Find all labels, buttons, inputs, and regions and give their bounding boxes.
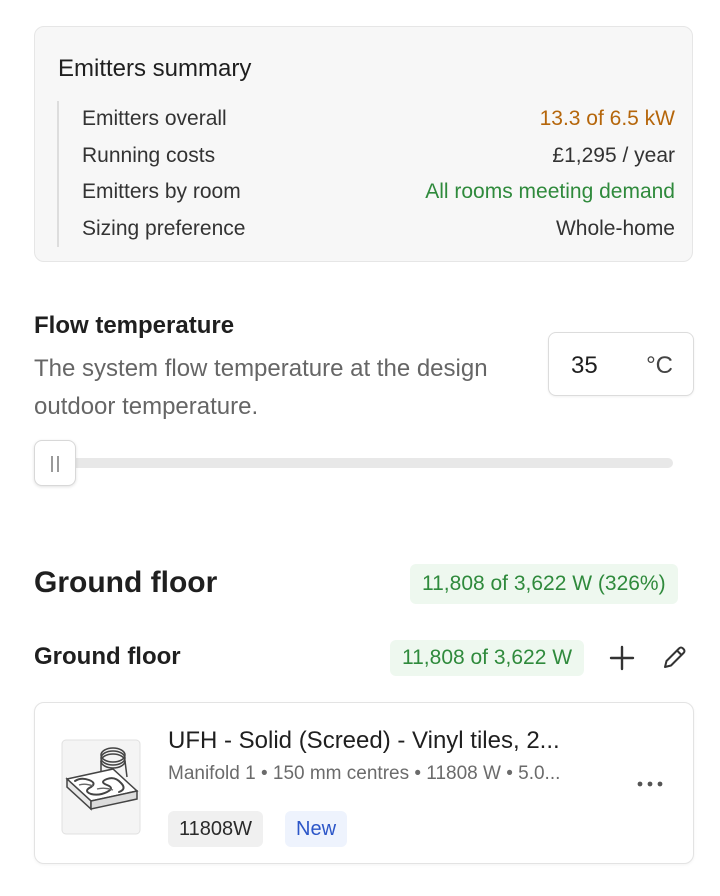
floor-capacity-badge: 11,808 of 3,622 W (326%) (410, 564, 678, 604)
emitter-card[interactable]: UFH - Solid (Screed) - Vinyl tiles, 2...… (34, 702, 694, 864)
flow-temperature-unit: °C (646, 352, 673, 379)
emitter-details: Manifold 1 • 150 mm centres • 11808 W • … (168, 763, 561, 784)
summary-label: Emitters overall (82, 107, 227, 131)
grip-line-icon (57, 456, 59, 472)
plus-icon (609, 645, 635, 671)
more-dots-icon (637, 781, 663, 787)
summary-row-emitters-by-room: Emitters by room All rooms meeting deman… (59, 174, 675, 211)
flow-temperature-title: Flow temperature (34, 312, 235, 339)
emitter-more-button[interactable] (633, 771, 667, 797)
summary-value: Whole-home (555, 217, 675, 241)
room-capacity-badge: 11,808 of 3,622 W (390, 640, 585, 676)
summary-value: £1,295 / year (552, 143, 675, 167)
summary-list: Emitters overall 13.3 of 6.5 kW Running … (57, 101, 675, 248)
emitter-title: UFH - Solid (Screed) - Vinyl tiles, 2... (168, 727, 560, 754)
summary-row-emitters-overall: Emitters overall 13.3 of 6.5 kW (59, 101, 675, 138)
flow-temperature-slider-track[interactable] (56, 458, 673, 468)
summary-label: Sizing preference (82, 217, 246, 241)
grip-line-icon (51, 456, 53, 472)
summary-label: Running costs (82, 143, 216, 167)
add-emitter-button[interactable] (606, 642, 638, 674)
edit-room-button[interactable] (658, 642, 690, 674)
flow-temperature-input[interactable]: 35 °C (548, 332, 694, 396)
summary-title: Emitters summary (58, 55, 252, 82)
underfloor-heating-icon (61, 739, 141, 835)
flow-temperature-slider-handle[interactable] (34, 440, 76, 486)
summary-value: 13.3 of 6.5 kW (539, 107, 675, 131)
emitter-status-tag: New (285, 811, 348, 847)
summary-row-running-costs: Running costs £1,295 / year (59, 138, 675, 175)
floor-title: Ground floor (34, 566, 218, 599)
summary-row-sizing-preference: Sizing preference Whole-home (59, 211, 675, 248)
flow-temperature-description: The system flow temperature at the desig… (34, 355, 488, 420)
summary-label: Emitters by room (82, 180, 241, 204)
summary-value: All rooms meeting demand (425, 180, 675, 204)
flow-temperature-value: 35 (571, 352, 598, 379)
emitter-power-tag: 11808W (168, 811, 264, 847)
room-title: Ground floor (34, 643, 181, 670)
pencil-icon (664, 646, 686, 668)
emitters-summary-card: Emitters summary Emitters overall 13.3 o… (34, 26, 693, 262)
